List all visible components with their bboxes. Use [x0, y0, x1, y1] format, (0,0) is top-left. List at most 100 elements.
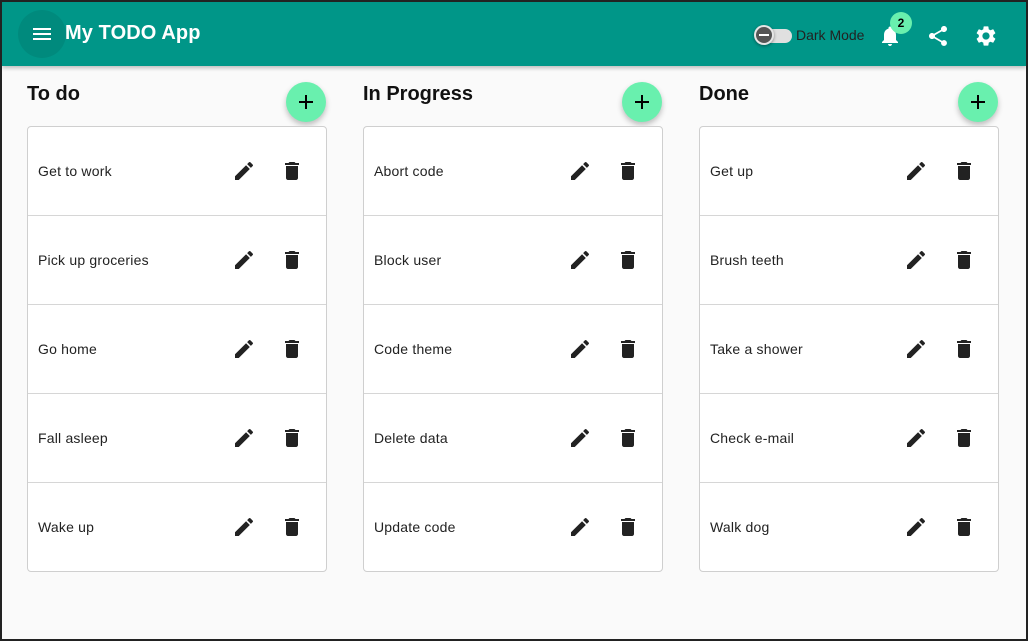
- pencil-icon: [571, 250, 590, 269]
- delete-task-button[interactable]: [944, 507, 984, 547]
- task-item: Get to work: [28, 127, 326, 216]
- trash-icon: [621, 340, 635, 358]
- trash-icon: [957, 518, 971, 536]
- edit-task-button[interactable]: [224, 507, 264, 547]
- task-item: Code theme: [364, 305, 662, 394]
- edit-task-button[interactable]: [224, 418, 264, 458]
- task-item: Wake up: [28, 483, 326, 572]
- column-title: To do: [27, 83, 80, 105]
- menu-button[interactable]: [18, 10, 66, 58]
- trash-icon: [285, 162, 299, 180]
- delete-task-button[interactable]: [272, 240, 312, 280]
- task-text: Fall asleep: [38, 430, 108, 446]
- edit-task-button[interactable]: [560, 329, 600, 369]
- delete-task-button[interactable]: [272, 418, 312, 458]
- edit-task-button[interactable]: [224, 329, 264, 369]
- column-title: Done: [699, 83, 749, 105]
- task-item: Block user: [364, 216, 662, 305]
- trash-icon: [621, 162, 635, 180]
- pencil-icon: [235, 250, 254, 269]
- settings-button[interactable]: [966, 16, 1006, 56]
- add-task-button[interactable]: [286, 82, 326, 122]
- delete-task-button[interactable]: [608, 329, 648, 369]
- delete-task-button[interactable]: [944, 418, 984, 458]
- task-text: Update code: [374, 519, 456, 535]
- trash-icon: [285, 429, 299, 447]
- edit-task-button[interactable]: [896, 507, 936, 547]
- trash-icon: [621, 429, 635, 447]
- task-text: Delete data: [374, 430, 448, 446]
- share-icon: [929, 26, 947, 46]
- task-item: Abort code: [364, 127, 662, 216]
- trash-icon: [957, 162, 971, 180]
- task-text: Get up: [710, 163, 754, 179]
- task-item: Update code: [364, 483, 662, 572]
- add-task-button[interactable]: [958, 82, 998, 122]
- trash-icon: [957, 251, 971, 269]
- edit-task-button[interactable]: [896, 418, 936, 458]
- delete-task-button[interactable]: [944, 151, 984, 191]
- minus-icon: [756, 27, 772, 43]
- gear-icon: [976, 26, 996, 46]
- pencil-icon: [907, 161, 926, 180]
- edit-task-button[interactable]: [896, 240, 936, 280]
- edit-task-button[interactable]: [224, 240, 264, 280]
- task-list: Get up Brush teeth Take a shower Check e…: [699, 126, 999, 572]
- delete-task-button[interactable]: [608, 240, 648, 280]
- pencil-icon: [235, 339, 254, 358]
- pencil-icon: [235, 161, 254, 180]
- pencil-icon: [907, 339, 926, 358]
- task-text: Go home: [38, 341, 97, 357]
- column-title: In Progress: [363, 83, 474, 105]
- trash-icon: [957, 340, 971, 358]
- task-item: Fall asleep: [28, 394, 326, 483]
- pencil-icon: [235, 428, 254, 447]
- edit-task-button[interactable]: [896, 151, 936, 191]
- trash-icon: [285, 251, 299, 269]
- pencil-icon: [907, 517, 926, 536]
- delete-task-button[interactable]: [608, 418, 648, 458]
- task-text: Pick up groceries: [38, 252, 149, 268]
- delete-task-button[interactable]: [944, 240, 984, 280]
- trash-icon: [285, 518, 299, 536]
- trash-icon: [285, 340, 299, 358]
- pencil-icon: [907, 428, 926, 447]
- task-item: Take a shower: [700, 305, 998, 394]
- task-text: Walk dog: [710, 519, 770, 535]
- edit-task-button[interactable]: [560, 507, 600, 547]
- trash-icon: [957, 429, 971, 447]
- add-task-button[interactable]: [622, 82, 662, 122]
- delete-task-button[interactable]: [608, 507, 648, 547]
- delete-task-button[interactable]: [272, 151, 312, 191]
- plus-icon: [299, 95, 313, 109]
- plus-icon: [635, 95, 649, 109]
- delete-task-button[interactable]: [608, 151, 648, 191]
- pencil-icon: [571, 161, 590, 180]
- notifications-badge: 2: [890, 12, 912, 34]
- task-item: Pick up groceries: [28, 216, 326, 305]
- task-text: Get to work: [38, 163, 112, 179]
- task-item: Brush teeth: [700, 216, 998, 305]
- edit-task-button[interactable]: [560, 240, 600, 280]
- delete-task-button[interactable]: [272, 329, 312, 369]
- toggle-thumb: [754, 25, 774, 45]
- edit-task-button[interactable]: [560, 418, 600, 458]
- delete-task-button[interactable]: [944, 329, 984, 369]
- app-window: My TODO App Dark Mode 2 To do Get to wor…: [0, 0, 1028, 641]
- app-bar: My TODO App Dark Mode 2: [2, 2, 1026, 66]
- delete-task-button[interactable]: [272, 507, 312, 547]
- edit-task-button[interactable]: [224, 151, 264, 191]
- pencil-icon: [235, 517, 254, 536]
- task-item: Delete data: [364, 394, 662, 483]
- edit-task-button[interactable]: [896, 329, 936, 369]
- task-text: Block user: [374, 252, 442, 268]
- task-text: Code theme: [374, 341, 453, 357]
- task-item: Go home: [28, 305, 326, 394]
- share-button[interactable]: [918, 16, 958, 56]
- trash-icon: [621, 251, 635, 269]
- pencil-icon: [907, 250, 926, 269]
- edit-task-button[interactable]: [560, 151, 600, 191]
- task-list: Get to work Pick up groceries Go home Fa…: [27, 126, 327, 572]
- plus-icon: [971, 95, 985, 109]
- trash-icon: [621, 518, 635, 536]
